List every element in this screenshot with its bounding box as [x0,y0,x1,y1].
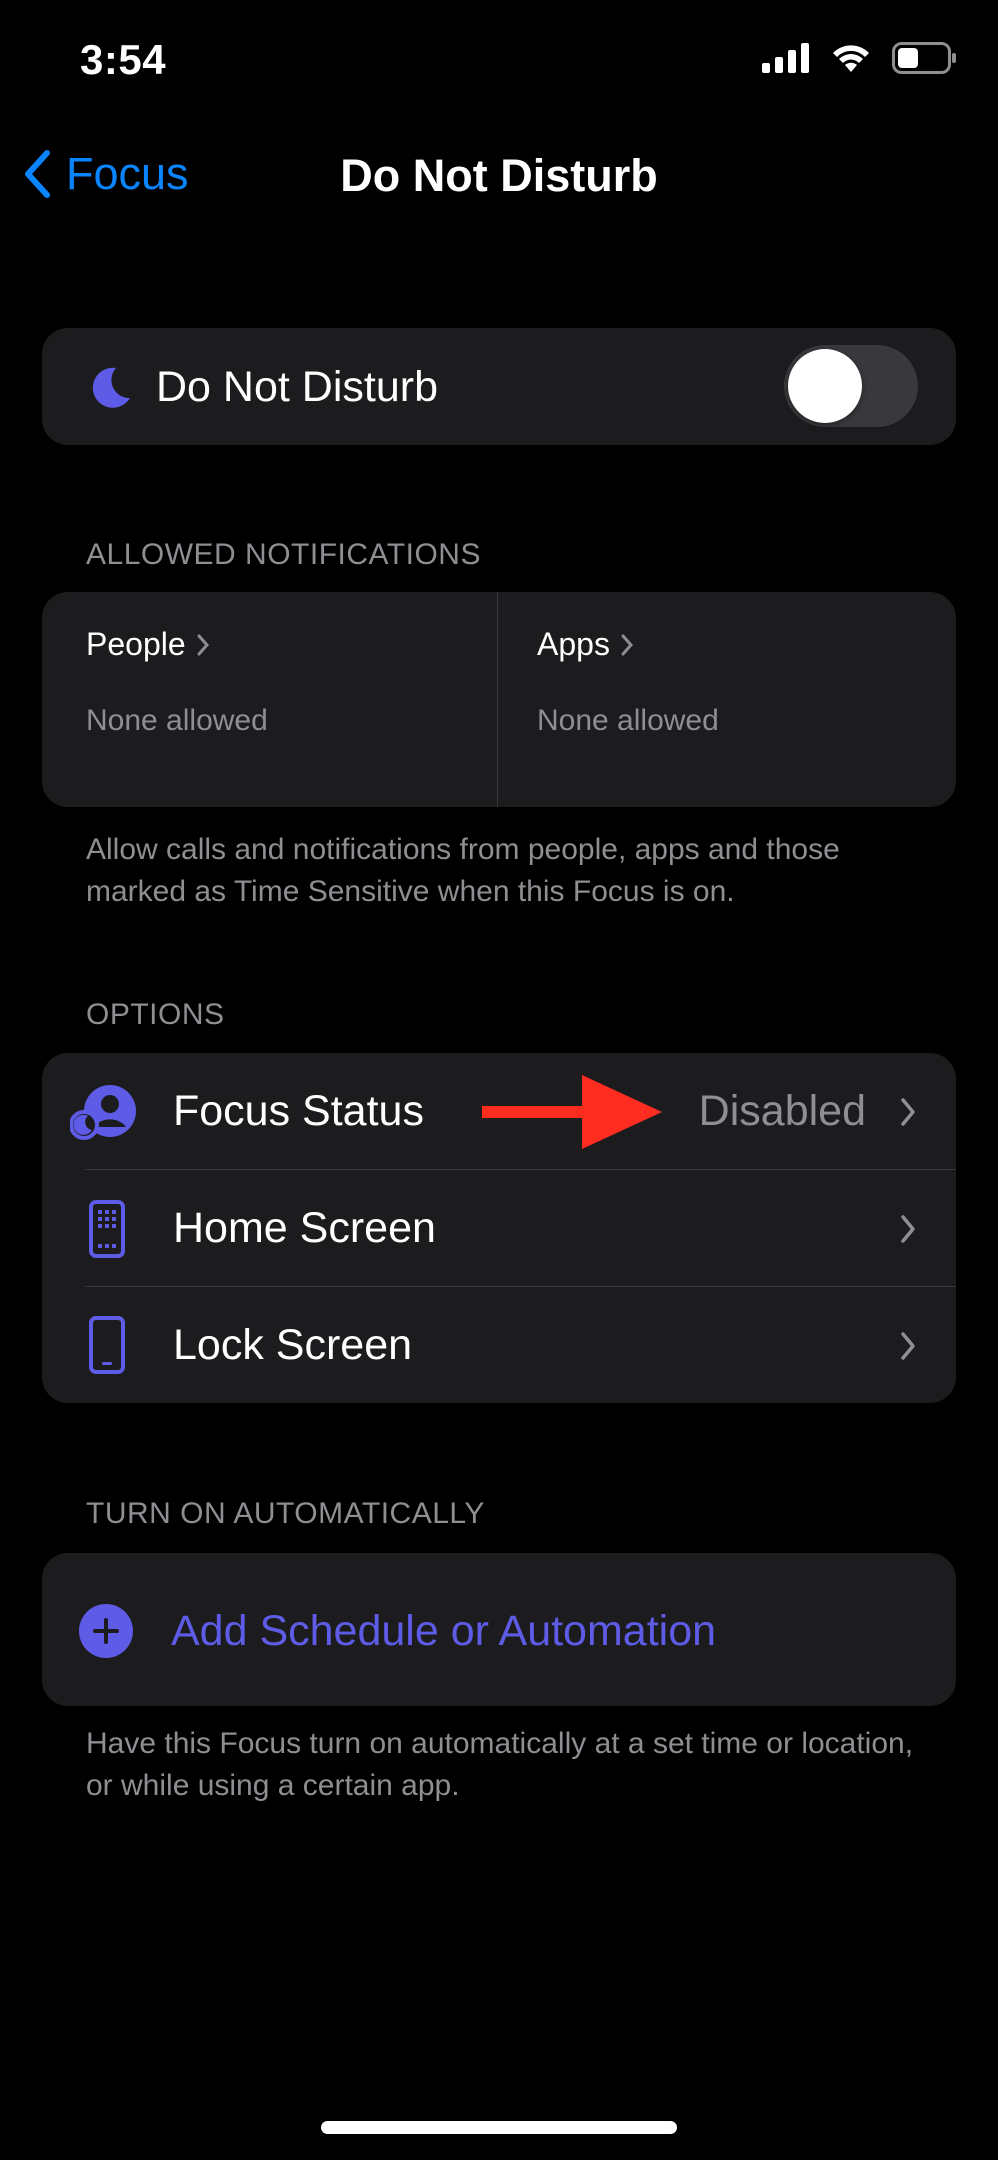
people-button[interactable]: People None allowed [42,592,497,807]
home-screen-row[interactable]: Home Screen [42,1170,956,1287]
dnd-toggle[interactable] [784,345,918,427]
home-screen-icon [89,1200,125,1258]
lock-screen-label: Lock Screen [173,1321,413,1369]
home-screen-label: Home Screen [173,1204,436,1252]
people-subtitle: None allowed [86,704,268,737]
add-schedule-label: Add Schedule or Automation [171,1607,717,1655]
focus-status-icon [70,1085,136,1140]
add-circle-icon [79,1604,133,1658]
people-title: People [86,626,186,662]
status-icons [762,42,958,74]
apps-title: Apps [537,626,610,662]
battery-icon [892,42,956,74]
dnd-label: Do Not Disturb [156,363,438,411]
apps-subtitle: None allowed [537,704,719,737]
chevron-right-icon [901,1214,915,1243]
lock-screen-row[interactable]: Lock Screen [42,1287,956,1404]
toggle-knob [788,349,862,423]
apps-button[interactable]: Apps None allowed [498,592,956,807]
chevron-right-icon [901,1331,915,1360]
chevron-right-icon [197,634,209,655]
focus-status-value: Disabled [698,1087,866,1135]
chevron-right-icon [901,1097,915,1126]
turn-on-automatically-header: TURN ON AUTOMATICALLY [86,1497,485,1530]
page-title: Do Not Disturb [340,150,658,201]
moon-icon [92,367,130,408]
lock-screen-icon [89,1316,125,1374]
status-time: 3:54 [80,36,167,83]
allowed-footnote: Allow calls and notifications from peopl… [86,833,840,908]
chevron-right-icon [621,634,633,655]
home-indicator[interactable] [321,2121,677,2134]
allowed-notifications-header: ALLOWED NOTIFICATIONS [86,538,481,571]
focus-status-label: Focus Status [173,1087,424,1135]
wifi-icon [833,45,869,72]
automation-footnote: Have this Focus turn on automatically at… [86,1727,914,1802]
focus-status-row[interactable]: Focus Status Disabled [42,1053,956,1170]
cellular-signal-icon [762,43,809,73]
options-header: OPTIONS [86,998,225,1031]
red-arrow-annotation [482,1075,662,1149]
